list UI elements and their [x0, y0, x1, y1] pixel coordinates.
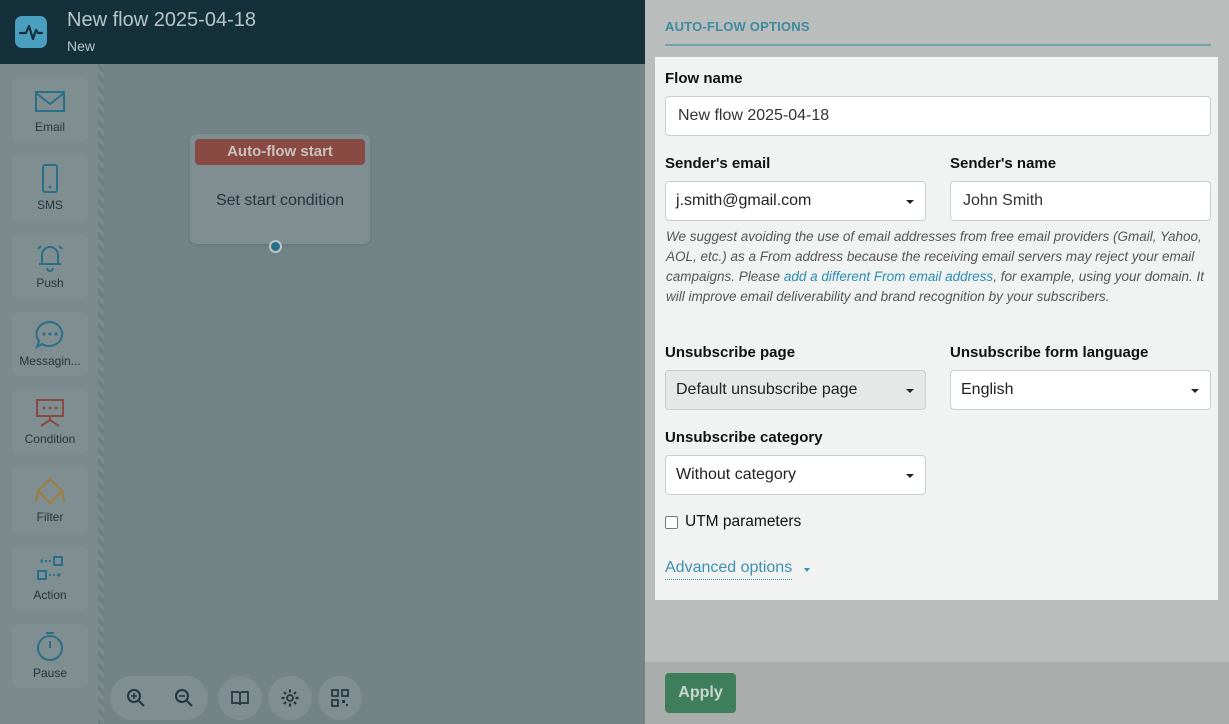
condition-icon — [36, 399, 64, 427]
bell-icon — [37, 245, 63, 272]
toolbox-label: Condition — [24, 432, 76, 446]
zoom-group — [110, 676, 208, 720]
zoom-in-icon — [127, 689, 145, 707]
chevron-down-icon — [906, 389, 914, 393]
action-icon — [37, 556, 63, 580]
sender-email-value: j.smith@gmail.com — [676, 192, 812, 209]
settings-button[interactable] — [266, 676, 314, 720]
chat-icon — [35, 320, 64, 350]
chevron-down-icon — [906, 474, 914, 478]
start-node-header: Auto-flow start — [195, 139, 365, 165]
flow-name-label: Flow name — [665, 70, 743, 87]
start-node-condition[interactable]: Set start condition — [190, 192, 370, 210]
unsubscribe-page-label: Unsubscribe page — [665, 344, 796, 361]
toolbox-label: Action — [33, 588, 67, 602]
zoom-out-button[interactable] — [160, 676, 208, 720]
unsubscribe-category-label: Unsubscribe category — [665, 429, 823, 446]
toolbox-email[interactable]: Email — [12, 78, 88, 142]
gear-icon — [281, 689, 299, 707]
toolbox-push[interactable]: Push — [12, 234, 88, 298]
qr-icon — [331, 689, 349, 707]
autoflow-start-node[interactable]: Auto-flow start Set start condition — [190, 134, 370, 244]
apply-button[interactable]: Apply — [665, 673, 736, 713]
flow-name-input[interactable]: New flow 2025-04-18 — [665, 96, 1211, 136]
zoom-in-button[interactable] — [112, 676, 160, 720]
flow-status: New — [67, 38, 96, 54]
utm-checkbox[interactable] — [665, 515, 678, 529]
guide-button[interactable] — [216, 676, 264, 720]
utm-label: UTM parameters — [685, 513, 802, 530]
unsubscribe-language-value: English — [961, 381, 1014, 398]
unsubscribe-language-select[interactable]: English — [950, 370, 1211, 410]
unsubscribe-language-label: Unsubscribe form language — [950, 344, 1149, 361]
unsubscribe-category-select[interactable]: Without category — [665, 455, 926, 495]
layout-group — [318, 676, 362, 720]
sender-name-input[interactable]: John Smith — [950, 181, 1211, 221]
unsubscribe-category-value: Without category — [676, 466, 797, 483]
guide-group — [218, 676, 262, 720]
toolbox-condition[interactable]: Condition — [12, 390, 88, 454]
toolbox-sms[interactable]: SMS — [12, 156, 88, 220]
unsubscribe-page-select[interactable]: Default unsubscribe page — [665, 370, 926, 410]
toolbox-label: Pause — [32, 666, 68, 680]
phone-icon — [42, 164, 58, 193]
email-icon — [35, 91, 65, 112]
toolbox-pause[interactable]: Pause — [12, 624, 88, 688]
app-logo-icon[interactable] — [15, 16, 47, 48]
toolbox-label: SMS — [36, 198, 63, 212]
flow-title[interactable]: New flow 2025-04-18 — [67, 9, 256, 32]
toolbox-label: Messagin... — [19, 354, 81, 368]
chevron-down-icon[interactable] — [804, 568, 810, 572]
start-node-connector[interactable] — [269, 240, 282, 253]
sender-email-label: Sender's email — [665, 155, 771, 172]
sender-email-warning: We suggest avoiding the use of email add… — [666, 227, 1214, 307]
panel-title-divider — [665, 44, 1211, 46]
toolbox-filter[interactable]: Filter — [12, 468, 88, 532]
settings-group — [268, 676, 312, 720]
toolbox-label: Email — [34, 120, 65, 134]
panel-title: AUTO-FLOW OPTIONS — [665, 19, 810, 34]
advanced-options-toggle[interactable]: Advanced options — [665, 559, 793, 580]
clock-icon — [37, 632, 63, 661]
chevron-down-icon — [1191, 389, 1199, 393]
chevron-down-icon — [906, 200, 914, 204]
book-icon — [231, 691, 249, 706]
zoom-out-icon — [175, 689, 193, 707]
toolbox-label: Push — [36, 276, 64, 290]
sender-email-select[interactable]: j.smith@gmail.com — [665, 181, 926, 221]
toolbox-messaging[interactable]: Messagin... — [12, 312, 88, 376]
app-header: New flow 2025-04-18 New — [0, 0, 645, 64]
toolbox-action[interactable]: Action — [12, 546, 88, 610]
canvas-workspace[interactable] — [104, 64, 645, 724]
sender-name-label: Sender's name — [950, 155, 1057, 172]
layout-button[interactable] — [316, 676, 364, 720]
unsubscribe-page-value: Default unsubscribe page — [676, 381, 858, 398]
filter-icon — [35, 477, 65, 505]
utm-parameters-option[interactable]: UTM parameters — [665, 513, 801, 531]
toolbox-label: Filter — [36, 510, 64, 524]
add-from-email-link[interactable]: add a different From email address — [784, 269, 993, 284]
